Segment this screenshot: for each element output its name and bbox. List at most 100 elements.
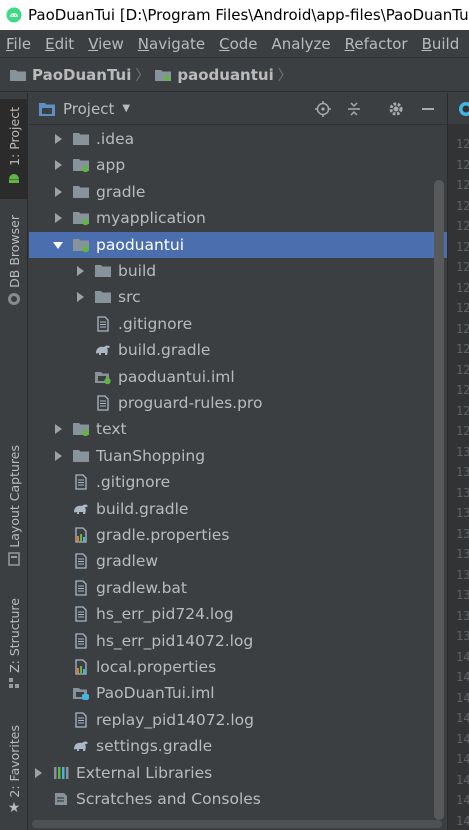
tree-item[interactable]: gradlew.bat — [29, 575, 447, 601]
tree-item-label: build — [118, 262, 157, 280]
tree-item[interactable]: build.gradle — [29, 337, 447, 363]
folder-icon — [73, 449, 89, 462]
tree-item[interactable]: gradle — [29, 179, 447, 205]
tree-item[interactable]: local.properties — [29, 654, 447, 680]
tree-item[interactable]: .gitignore — [29, 311, 447, 337]
menu-file[interactable]: File — [0, 35, 37, 53]
text-file-icon — [97, 395, 109, 411]
horizontal-scrollbar[interactable] — [32, 820, 442, 828]
tool-tab-project[interactable]: 1: Project — [0, 99, 28, 199]
text-file-icon — [75, 474, 87, 490]
tree-item[interactable]: .idea — [29, 126, 447, 152]
line-number: 12 — [456, 219, 469, 233]
tree-item-label: settings.gradle — [96, 737, 213, 756]
tree-item-label: myapplication — [96, 209, 206, 228]
tool-tab-layout-captures[interactable]: Layout Captures — [0, 445, 28, 570]
expand-arrow-icon[interactable] — [33, 767, 43, 778]
tree-item[interactable]: paoduantui.iml — [29, 364, 447, 390]
tool-tab-structure[interactable]: Z: Structure — [0, 598, 28, 703]
tree-item[interactable]: External Libraries — [29, 760, 447, 786]
line-number: 13 — [456, 526, 469, 541]
tree-item[interactable]: Scratches and Consoles — [29, 786, 447, 812]
line-number: 12 — [456, 342, 469, 356]
editor-tab[interactable] — [448, 93, 469, 125]
tree-item[interactable]: hs_err_pid724.log — [29, 601, 447, 627]
tree-item[interactable]: text — [29, 416, 447, 442]
tool-tab-db-browser-label: DB Browser — [6, 215, 22, 288]
breadcrumb-item-module[interactable]: paoduantui — [155, 66, 274, 84]
tree-item[interactable]: settings.gradle — [29, 733, 447, 759]
expand-arrow-icon[interactable] — [53, 424, 63, 435]
line-number: 12 — [456, 137, 469, 151]
tool-tab-layout-captures-label: Layout Captures — [6, 445, 22, 548]
tree-item[interactable]: gradlew — [29, 548, 447, 574]
line-number: 14 — [456, 649, 469, 664]
collapse-arrow-icon[interactable] — [53, 240, 63, 250]
line-number: 13 — [456, 506, 469, 520]
line-number: 12 — [456, 280, 469, 295]
tree-item-label: build.gradle — [118, 341, 211, 360]
line-number: 12 — [456, 157, 469, 172]
expand-arrow-icon[interactable] — [75, 266, 85, 276]
arrow-spacer — [33, 794, 43, 804]
tree-item[interactable]: .gitignore — [29, 469, 447, 495]
collapse-all-icon[interactable] — [345, 100, 363, 118]
tree-item-label: proguard-rules.pro — [118, 394, 263, 412]
expand-arrow-icon[interactable] — [53, 213, 63, 224]
arrow-spacer — [75, 345, 85, 355]
tree-item[interactable]: proguard-rules.pro — [29, 390, 447, 416]
arrow-spacer — [53, 504, 63, 514]
properties-file-icon — [75, 659, 87, 675]
breadcrumb-item-project[interactable]: PaoDuanTui — [10, 66, 131, 84]
expand-arrow-icon[interactable] — [53, 450, 63, 461]
tree-item-label: .idea — [96, 130, 135, 148]
layout-capture-icon — [8, 551, 20, 566]
expand-arrow-icon[interactable] — [75, 292, 85, 303]
menu-edit[interactable]: Edit — [39, 35, 80, 53]
tree-item-label: TuanShopping — [96, 446, 206, 465]
tree-item[interactable]: PaoDuanTui.iml — [29, 680, 447, 706]
menu-code[interactable]: Code — [213, 35, 263, 53]
project-view-selector[interactable]: Project — [63, 100, 114, 118]
tree-item[interactable]: myapplication — [29, 205, 447, 231]
locate-file-icon[interactable] — [314, 100, 332, 118]
hide-panel-icon[interactable] — [419, 100, 437, 118]
text-file-icon — [97, 316, 109, 332]
tree-item[interactable]: hs_err_pid14072.log — [29, 628, 447, 654]
tool-tab-db-browser[interactable]: DB Browser — [0, 215, 28, 320]
module-folder-icon — [73, 238, 89, 252]
tool-tab-project-label: 1: Project — [6, 107, 22, 166]
folder-icon — [95, 265, 111, 277]
expand-arrow-icon[interactable] — [53, 186, 63, 197]
expand-arrow-icon[interactable] — [53, 160, 63, 171]
chevron-down-icon[interactable]: ▼ — [122, 103, 130, 114]
arrow-spacer — [75, 372, 85, 382]
menu-refactor[interactable]: Refactor — [339, 35, 414, 53]
menu-analyze[interactable]: Analyze — [266, 35, 337, 53]
line-number: 13 — [456, 547, 469, 561]
tree-item[interactable]: TuanShopping — [29, 443, 447, 469]
tree-item[interactable]: build.gradle — [29, 496, 447, 522]
menu-view[interactable]: View — [82, 35, 130, 53]
tree-item-label: local.properties — [96, 658, 217, 676]
tree-item[interactable]: gradle.properties — [29, 522, 447, 548]
tree-item[interactable]: replay_pid14072.log — [29, 707, 447, 733]
tree-item[interactable]: src — [29, 284, 447, 310]
arrow-spacer — [53, 636, 63, 646]
module-folder-icon — [73, 159, 89, 173]
tree-item[interactable]: paoduantui — [29, 231, 447, 258]
vertical-scrollbar[interactable] — [434, 180, 444, 820]
tree-item-label: gradle.properties — [96, 526, 230, 544]
expand-arrow-icon[interactable] — [53, 134, 63, 144]
text-file-icon — [75, 606, 87, 622]
gear-icon[interactable] — [387, 100, 405, 118]
arrow-spacer — [75, 319, 85, 329]
text-file-icon — [75, 712, 87, 728]
menu-navigate[interactable]: Navigate — [132, 35, 211, 53]
tool-tab-favorites[interactable]: 2: Favorites ★ — [0, 725, 28, 825]
editor-gutter: 12 12 12 12 12 12 12 12 12 12 12 12 12 12 12 13 13 13 13 13… — [447, 93, 469, 830]
tree-item[interactable]: build — [29, 258, 447, 284]
line-number: 14 — [456, 752, 469, 766]
tree-item[interactable]: app — [29, 152, 447, 178]
menu-build[interactable]: Build — [416, 35, 466, 53]
